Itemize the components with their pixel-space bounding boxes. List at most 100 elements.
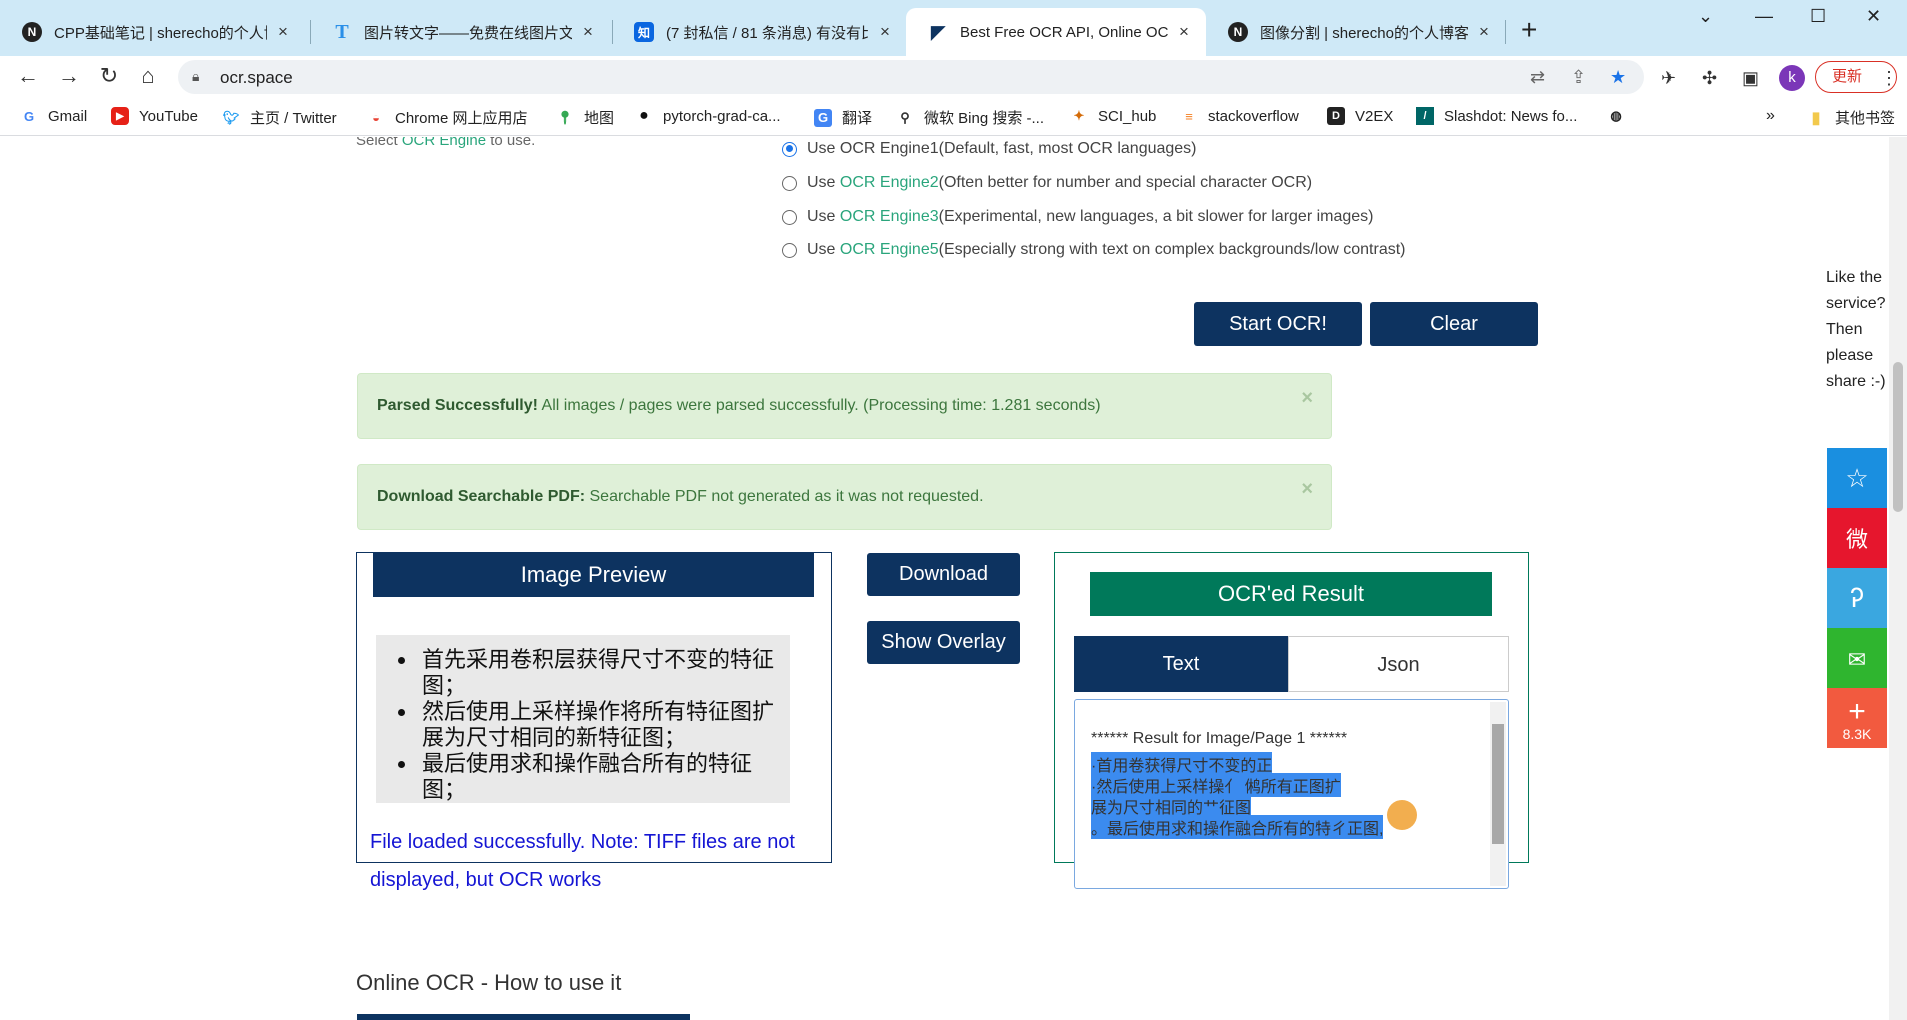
floating-widget-icon[interactable] bbox=[1387, 800, 1417, 830]
download-button[interactable]: Download bbox=[867, 553, 1020, 596]
translate-icon: G bbox=[814, 108, 832, 127]
tab-title: 图片转文字——免费在线图片文字 bbox=[364, 24, 572, 42]
share-page-icon[interactable]: ⇪ bbox=[1571, 67, 1586, 88]
bookmark-stackoverflow[interactable]: ≡ stackoverflow bbox=[1180, 107, 1299, 125]
bookmark-chrome-store[interactable]: ◒ Chrome 网上应用店 bbox=[367, 107, 527, 128]
translate-page-icon[interactable]: ⇄ bbox=[1530, 67, 1545, 88]
show-overlay-button[interactable]: Show Overlay bbox=[867, 621, 1020, 664]
more-share-button[interactable]: + 8.3K bbox=[1827, 688, 1887, 748]
lock-icon: 🔒︎ bbox=[192, 68, 200, 84]
alert-title: Parsed Successfully! bbox=[377, 397, 538, 414]
tab-json[interactable]: Json bbox=[1288, 636, 1509, 692]
bookmark-label: V2EX bbox=[1355, 107, 1394, 125]
maximize-icon[interactable]: ☐ bbox=[1810, 6, 1826, 27]
bookmark-translate[interactable]: G 翻译 bbox=[814, 107, 872, 128]
bookmark-star-icon[interactable]: ★ bbox=[1610, 67, 1626, 88]
tab-image-to-text[interactable]: T 图片转文字——免费在线图片文字 × bbox=[310, 8, 610, 56]
address-bar[interactable]: 🔒︎ ocr.space ⇄ ⇪ ★ bbox=[178, 60, 1644, 94]
star-icon: ☆ bbox=[1845, 463, 1869, 493]
close-tab-icon[interactable]: × bbox=[875, 22, 895, 42]
alert-close-icon[interactable]: × bbox=[1301, 457, 1313, 521]
extensions-puzzle-icon[interactable]: ✣ bbox=[1702, 68, 1717, 89]
browser-toolbar: ← → ↻ ⌂ 🔒︎ ocr.space ⇄ ⇪ ★ ✈ ✣ ▣ ⋮ bbox=[0, 56, 1907, 96]
wechat-share-button[interactable]: ✉ bbox=[1827, 628, 1887, 688]
engine3-desc: (Experimental, new languages, a bit slow… bbox=[938, 208, 1374, 225]
engine3-option[interactable]: Use OCR Engine3 (Experimental, new langu… bbox=[782, 208, 1374, 226]
bookmark-twitter[interactable]: 🐦︎ 主页 / Twitter bbox=[222, 107, 337, 128]
bookmark-other-folder[interactable]: ▮ 其他书签 bbox=[1807, 107, 1895, 128]
bookmark-scihub[interactable]: ✦ SCI_hub bbox=[1070, 107, 1157, 125]
close-tab-icon[interactable]: × bbox=[273, 22, 293, 42]
profile-avatar[interactable]: k bbox=[1779, 65, 1805, 91]
bookmark-slashdot[interactable]: / Slashdot: News fo... bbox=[1416, 107, 1577, 125]
bookmark-label: 微软 Bing 搜索 -... bbox=[924, 110, 1045, 127]
bookmark-label: Gmail bbox=[48, 107, 88, 125]
page-scroll-thumb[interactable] bbox=[1893, 362, 1903, 512]
extension-bird-icon[interactable]: ✈ bbox=[1661, 68, 1676, 89]
tab-strip: N CPP基础笔记 | sherecho的个人博 × T 图片转文字——免费在线… bbox=[0, 0, 1907, 56]
search-icon: ⚲ bbox=[900, 109, 910, 125]
engine2-option[interactable]: Use OCR Engine2 (Often better for number… bbox=[782, 174, 1312, 192]
chrome-icon: ◒ bbox=[372, 110, 380, 125]
side-panel-icon[interactable]: ▣ bbox=[1742, 68, 1759, 89]
bookmark-label: 翻译 bbox=[842, 110, 873, 127]
forward-icon[interactable]: → bbox=[54, 62, 84, 90]
ocr-result-textarea[interactable]: ****** Result for Image/Page 1 ****** ·首… bbox=[1074, 699, 1509, 889]
engine-label-prefix: Select bbox=[356, 137, 402, 149]
engine3-radio[interactable] bbox=[782, 209, 797, 225]
close-tab-icon[interactable]: × bbox=[578, 22, 598, 42]
bookmark-pytorch-grad-cam[interactable]: ● pytorch-grad-ca... bbox=[635, 107, 780, 125]
alert-close-icon[interactable]: × bbox=[1301, 366, 1313, 430]
tab-image-segmentation[interactable]: N 图像分割 | sherecho的个人博客 × bbox=[1206, 8, 1506, 56]
image-preview-header: Image Preview bbox=[373, 553, 814, 597]
engine5-option[interactable]: Use OCR Engine5 (Especially strong with … bbox=[782, 241, 1406, 259]
close-tab-icon[interactable]: × bbox=[1474, 22, 1494, 42]
maps-pin-icon: 📍︎ bbox=[556, 109, 574, 125]
weibo-icon: 微 bbox=[1845, 527, 1868, 552]
result-scrollbar[interactable] bbox=[1490, 702, 1506, 886]
window-close-icon[interactable]: ✕ bbox=[1866, 6, 1881, 27]
alert-text: Searchable PDF not generated as it was n… bbox=[585, 488, 984, 505]
engine1-radio[interactable] bbox=[782, 141, 797, 157]
more-bookmarks-icon[interactable]: » bbox=[1766, 107, 1775, 125]
option-prefix: Use bbox=[807, 174, 836, 191]
engine1-option[interactable]: Use OCR Engine1 (Default, fast, most OCR… bbox=[782, 140, 1197, 158]
ocr-engine-link[interactable]: OCR Engine bbox=[402, 137, 486, 149]
scroll-thumb[interactable] bbox=[1492, 724, 1504, 844]
engine2-link[interactable]: OCR Engine2 bbox=[840, 174, 939, 192]
bookmark-v2ex[interactable]: D V2EX bbox=[1327, 107, 1393, 125]
engine5-link[interactable]: OCR Engine5 bbox=[840, 241, 939, 259]
minimize-icon[interactable]: — bbox=[1755, 6, 1773, 27]
bookmark-gmail[interactable]: G Gmail bbox=[20, 107, 87, 125]
bookmark-label: 其他书签 bbox=[1835, 110, 1896, 127]
update-button[interactable]: 更新 bbox=[1815, 61, 1897, 93]
folder-icon: ▮ bbox=[1811, 109, 1821, 127]
qzone-share-button[interactable]: ☆ bbox=[1827, 448, 1887, 508]
new-tab-icon[interactable]: + bbox=[1521, 14, 1537, 46]
tab-zhihu[interactable]: 知 (7 封私信 / 81 条消息) 有没有比 × bbox=[612, 8, 907, 56]
bookmark-globe[interactable]: ◍ bbox=[1607, 107, 1635, 125]
alert-text: All images / pages were parsed successfu… bbox=[537, 397, 1101, 414]
home-icon[interactable]: ⌂ bbox=[133, 62, 163, 90]
bookmark-bing[interactable]: ⚲ 微软 Bing 搜索 -... bbox=[896, 107, 1044, 128]
start-ocr-button[interactable]: Start OCR! bbox=[1194, 302, 1362, 346]
bookmark-maps[interactable]: 📍︎ 地图 bbox=[556, 107, 614, 128]
weibo-share-button[interactable]: 微 bbox=[1827, 508, 1887, 568]
engine2-radio[interactable] bbox=[782, 175, 797, 191]
tencent-weibo-share-button[interactable]: Ꭾ bbox=[1827, 568, 1887, 628]
tab-text[interactable]: Text bbox=[1074, 636, 1288, 692]
bookmark-youtube[interactable]: ▶ YouTube bbox=[111, 107, 198, 125]
engine5-radio[interactable] bbox=[782, 242, 797, 258]
close-tab-icon[interactable]: × bbox=[1174, 22, 1194, 42]
pdf-info-alert: Download Searchable PDF: Searchable PDF … bbox=[357, 464, 1332, 530]
reload-icon[interactable]: ↻ bbox=[94, 62, 124, 90]
tab-title: 图像分割 | sherecho的个人博客 bbox=[1260, 24, 1468, 42]
engine3-link[interactable]: OCR Engine3 bbox=[840, 208, 939, 226]
page-scrollbar[interactable] bbox=[1889, 137, 1907, 1020]
tab-cpp-notes[interactable]: N CPP基础笔记 | sherecho的个人博 × bbox=[0, 8, 305, 56]
notion-icon: N bbox=[22, 22, 42, 42]
clear-button[interactable]: Clear bbox=[1370, 302, 1538, 346]
tab-ocr-space[interactable]: ◤ Best Free OCR API, Online OCR × bbox=[906, 8, 1206, 56]
tab-search-chevron-icon[interactable]: ⌄ bbox=[1698, 6, 1713, 27]
back-icon[interactable]: ← bbox=[13, 62, 43, 90]
